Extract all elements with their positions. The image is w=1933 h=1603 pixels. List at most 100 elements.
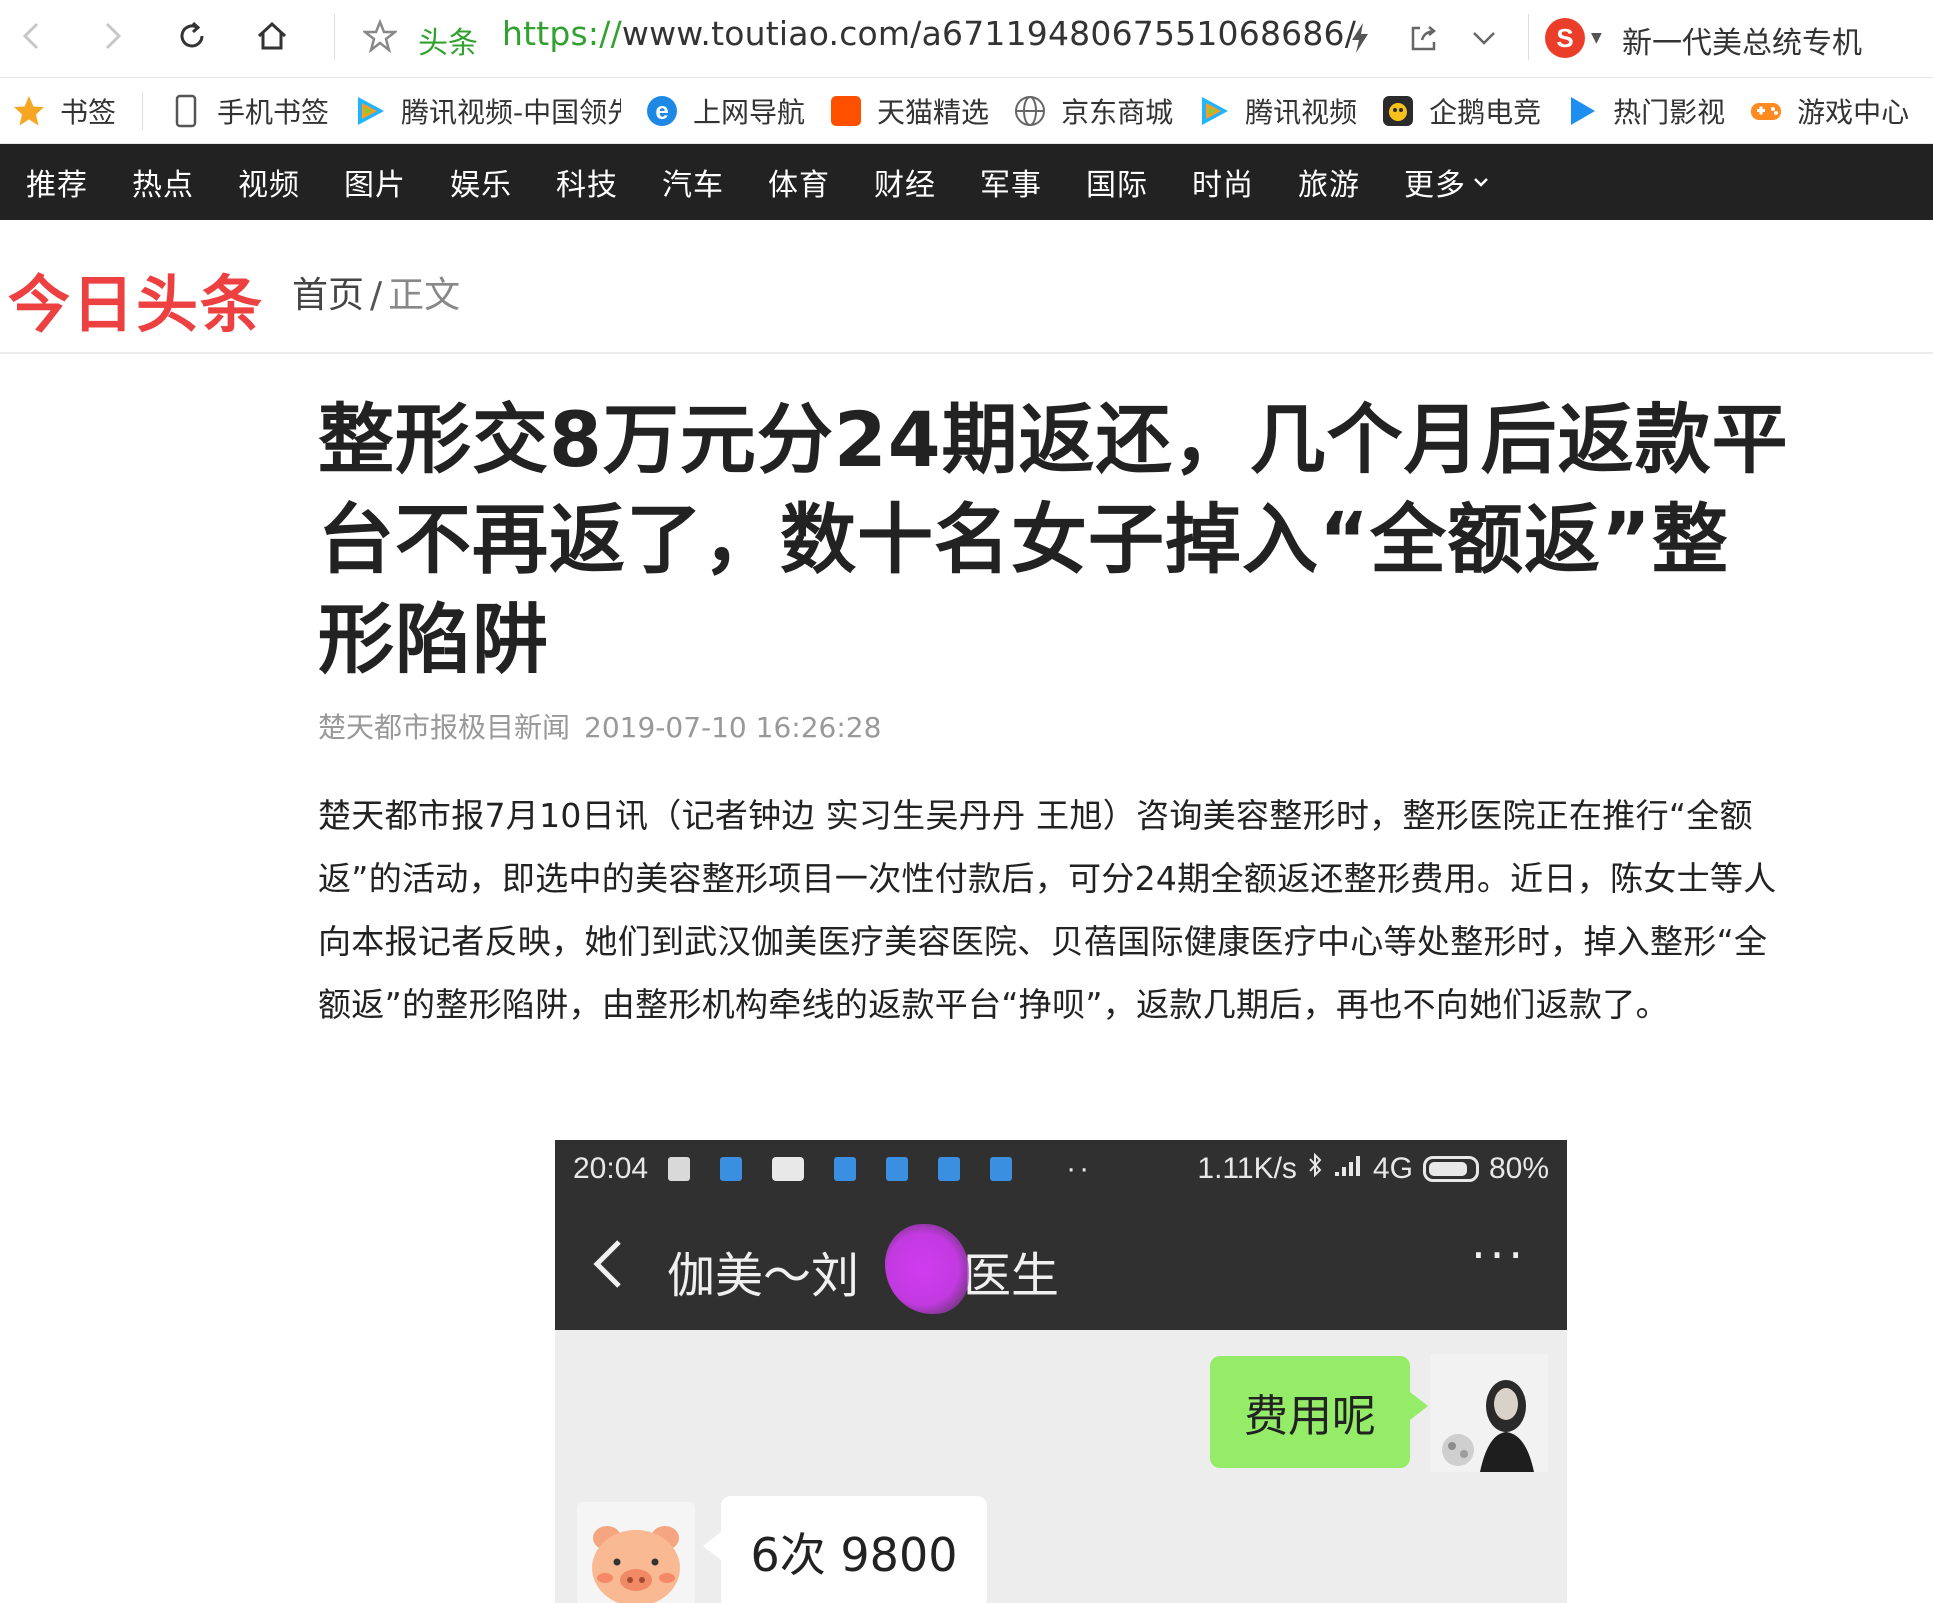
bookmark-label: 上网导航 [693,95,806,129]
bookmark-label: 腾讯视频 [1245,95,1358,129]
chevron-down-icon [1472,170,1490,194]
nav-item-caijing[interactable]: 财经 [874,160,936,204]
bookmark-label: 企鹅电竞 [1429,95,1542,129]
notification-icon [938,1157,961,1181]
status-right-group: 1.11K/s 4G 80% [1197,1152,1549,1186]
bookmark-item[interactable]: 企鹅电竞 [1369,78,1553,143]
bookmark-label: 天猫精选 [877,95,990,129]
bookmark-item[interactable]: 京东商城 [1001,78,1185,143]
chevron-down-icon [1473,32,1495,45]
notification-icon [834,1157,857,1181]
bookmark-item[interactable]: 热门影视 [1553,78,1737,143]
reload-icon [180,21,204,48]
chat-header: 伽美～刘 医生 ··· [555,1198,1567,1330]
caret-down-icon: ▼ [1591,30,1602,46]
bookmark-item[interactable]: 腾讯视频 [1185,78,1369,143]
bookmark-item[interactable]: e 上网导航 [633,78,817,143]
bookmark-item[interactable]: 书签 [0,78,128,143]
nav-item-lvyou[interactable]: 旅游 [1298,160,1360,204]
status-time: 20:04 [573,1152,649,1185]
nav-item-tuijian[interactable]: 推荐 [26,160,88,204]
bookmark-label: 腾讯视频-中国领先 [401,95,622,129]
penguin-icon [1381,94,1415,128]
site-tag: 头条 [418,26,478,61]
breadcrumb-separator: / [370,275,383,316]
avatar [577,1502,695,1603]
article-source[interactable]: 楚天都市报极目新闻 [318,711,570,744]
category-nav: 推荐 热点 视频 图片 娱乐 科技 汽车 体育 财经 军事 国际 时尚 旅游 更… [0,144,1933,220]
star-outline-icon [363,19,397,53]
sogou-icon: S [1545,18,1585,58]
battery-icon [1422,1156,1479,1182]
bookmark-label: 书签 [60,95,117,129]
bookmark-divider [142,91,144,130]
toolbar-divider [334,14,335,60]
home-button[interactable] [248,12,296,60]
taobao-icon [829,94,863,128]
forward-arrow-icon [105,22,122,50]
nav-item-tupian[interactable]: 图片 [344,160,406,204]
svg-text:e: e [655,98,668,125]
status-more-dots: ·· [1066,1152,1093,1185]
bookmark-label: 游戏中心 [1797,95,1910,129]
bookmark-item[interactable]: 手机书签 [157,78,341,143]
gamepad-icon [1749,94,1783,128]
home-icon [257,21,287,50]
nav-item-qiche[interactable]: 汽车 [662,160,724,204]
nav-item-tiyu[interactable]: 体育 [768,160,830,204]
reload-button[interactable] [168,12,216,60]
nav-item-yule[interactable]: 娱乐 [450,160,512,204]
chat-bubble-received: 6次 9800 [703,1496,987,1603]
nav-item-shishang[interactable]: 时尚 [1192,160,1254,204]
url-dropdown-button[interactable] [1464,18,1504,58]
message-icon [772,1157,805,1181]
article-lead-paragraph: 楚天都市报7月10日讯（记者钟边 实习生吴丹丹 王旭）咨询美容整形时，整形医院正… [318,796,1777,1024]
article-datetime: 2019-07-10 16:26:28 [584,711,882,744]
nav-item-shipin[interactable]: 视频 [238,160,300,204]
chat-bubble-sent: 费用呢 [1210,1356,1428,1468]
notification-icon [668,1157,691,1181]
article-meta: 楚天都市报极目新闻 2019-07-10 16:26:28 [318,706,1798,746]
toolbar-divider [1528,14,1529,60]
bookmarks-bar: 书签 手机书签 腾讯视频-中国领先 e 上网导航 天猫精选 京东商城 腾讯视频 … [0,78,1933,144]
chat-title: 伽美～刘 医生 [667,1236,1059,1306]
favorite-star-button[interactable] [360,16,400,56]
play-icon [1565,94,1599,128]
share-button[interactable] [1404,18,1444,58]
nav-item-guoji[interactable]: 国际 [1086,160,1148,204]
url-field[interactable]: https://www.toutiao.com/a671194806755106… [502,14,1356,53]
back-chevron-icon [593,1240,621,1288]
tencent-video-icon [1197,94,1231,128]
ie-icon: e [645,94,679,128]
bookmark-item[interactable]: 游戏中心 [1737,78,1921,143]
search-engine-selector[interactable]: S ▼ [1545,14,1602,62]
nav-item-junshi[interactable]: 军事 [980,160,1042,204]
breadcrumb-home[interactable]: 首页 [292,275,364,316]
status-network: 4G [1372,1152,1413,1185]
more-options-icon: ··· [1471,1228,1527,1282]
bookmark-item[interactable]: 天猫精选 [817,78,1001,143]
forward-button[interactable] [88,12,136,60]
url-path: www.toutiao.com/a6711948067551068686/ [621,14,1357,53]
nav-item-redian[interactable]: 热点 [132,160,194,204]
bookmark-label: 热门影视 [1613,95,1726,129]
url-protocol: https:// [502,14,622,53]
article-title: 整形交8万元分24期返还，几个月后返款平台不再返了，数十名女子掉入“全额返”整形… [318,395,1789,684]
bookmark-item[interactable]: 腾讯视频-中国领先 [341,78,633,143]
lightning-icon [1352,23,1368,53]
speed-mode-button[interactable] [1340,18,1380,58]
bookmark-label: 手机书签 [217,95,330,129]
nav-item-keji[interactable]: 科技 [556,160,618,204]
notification-icon [720,1157,743,1181]
nav-item-more[interactable]: 更多 [1404,160,1490,204]
globe-icon [1013,94,1047,128]
nav-more-label: 更多 [1404,168,1466,203]
browser-address-bar: 头条 https://www.toutiao.com/a671194806755… [0,0,1933,78]
site-header: 今日头条 首页 / 正文 [0,220,1933,354]
search-input[interactable]: 新一代美总统专机 [1622,18,1862,62]
status-battery: 80% [1488,1152,1549,1185]
toutiao-logo[interactable]: 今日头条 [8,254,264,344]
breadcrumb: 首页 / 正文 [292,266,460,318]
back-button[interactable] [8,12,56,60]
share-icon [1411,26,1437,51]
